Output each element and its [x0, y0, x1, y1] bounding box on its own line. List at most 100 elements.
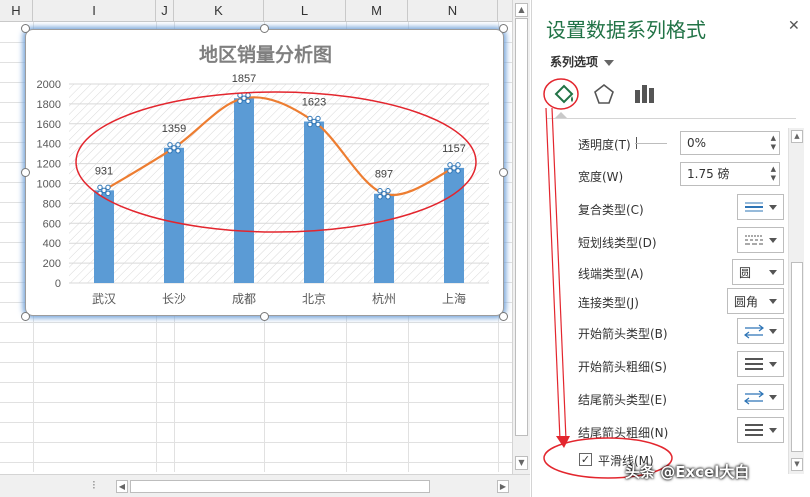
- column-header-n[interactable]: N: [408, 0, 498, 22]
- chevron-down-icon: [769, 362, 777, 367]
- y-tick-label: 1800: [37, 99, 61, 111]
- column-header-m[interactable]: M: [346, 0, 408, 22]
- chevron-down-icon: [769, 395, 777, 400]
- scroll-left-icon[interactable]: ◀: [116, 480, 128, 493]
- point-selection-marker: [315, 115, 321, 122]
- scroll-thumb[interactable]: [515, 18, 528, 436]
- pane-title: 设置数据系列格式: [546, 18, 706, 42]
- fill-line-icon[interactable]: [550, 80, 578, 108]
- bar: [234, 98, 254, 283]
- point-selection-marker: [307, 115, 313, 122]
- scroll-up-icon[interactable]: ▲: [791, 130, 803, 143]
- chart-plot[interactable]: 0 200 400 600 800 1000 1200 1400 1600 1800 2000 931…: [26, 30, 505, 317]
- point-selection-marker: [175, 148, 181, 154]
- end-arrow-type-dropdown[interactable]: [737, 384, 784, 410]
- grid-hline: [0, 402, 512, 403]
- resize-handle-left[interactable]: [21, 168, 30, 177]
- scroll-up-icon[interactable]: ▲: [515, 3, 528, 17]
- point-selection-marker: [101, 187, 107, 194]
- chevron-down-icon: [769, 205, 777, 210]
- horizontal-scroll-thumb[interactable]: [130, 480, 430, 493]
- smooth-line-checkbox[interactable]: ✓: [579, 453, 592, 466]
- sheet-vertical-scrollbar[interactable]: ▲ ▼: [512, 0, 530, 474]
- column-header-l[interactable]: L: [264, 0, 346, 22]
- resize-handle-top-right[interactable]: [499, 24, 508, 33]
- point-selection-marker: [385, 194, 391, 200]
- data-label: 897: [375, 169, 393, 181]
- x-category-label: 北京: [302, 292, 326, 306]
- point-selection-marker: [171, 145, 177, 151]
- point-selection-marker: [307, 121, 313, 128]
- dash-lines-icon: [745, 235, 763, 245]
- transparency-input[interactable]: 0% ▲ ▼: [680, 131, 780, 155]
- transparency-slider[interactable]: [635, 143, 667, 144]
- dash-type-dropdown[interactable]: [737, 227, 784, 253]
- series-options-dropdown[interactable]: 系列选项: [550, 53, 615, 70]
- chart-area[interactable]: 地区销量分析图 0 200 400 600 800 1000 1200 1400 1600 180…: [25, 29, 504, 316]
- column-header-i[interactable]: I: [33, 0, 156, 22]
- grid-hline: [0, 362, 512, 363]
- grid-hline: [0, 382, 512, 383]
- effects-icon[interactable]: [590, 80, 618, 108]
- bar: [94, 190, 114, 283]
- x-category-label: 长沙: [162, 292, 186, 306]
- series-options-icon[interactable]: [630, 80, 658, 108]
- compound-type-dropdown[interactable]: [737, 194, 784, 220]
- close-icon[interactable]: ✕: [788, 18, 800, 34]
- scroll-down-icon[interactable]: ▼: [515, 456, 528, 470]
- resize-handle-bottom-left[interactable]: [21, 312, 30, 321]
- begin-arrow-type-dropdown[interactable]: [737, 318, 784, 344]
- data-label: 1623: [302, 97, 326, 109]
- end-arrow-type-label: 结尾箭头类型(E): [578, 393, 667, 407]
- cap-type-label: 线端类型(A): [578, 267, 644, 281]
- data-label: 931: [95, 165, 113, 177]
- y-tick-label: 2000: [37, 79, 61, 91]
- compound-type-label: 复合类型(C): [578, 203, 644, 217]
- arrow-type-icon: [744, 390, 764, 405]
- point-selection-marker: [311, 118, 317, 125]
- scroll-down-icon[interactable]: ▼: [791, 458, 803, 471]
- resize-handle-right[interactable]: [499, 168, 508, 177]
- resize-handle-top-left[interactable]: [21, 24, 30, 33]
- resize-handle-bottom-right[interactable]: [499, 312, 508, 321]
- begin-arrow-type-label: 开始箭头类型(B): [578, 327, 668, 341]
- column-header-k[interactable]: K: [174, 0, 264, 22]
- resize-handle-bottom[interactable]: [260, 312, 269, 321]
- point-selection-marker: [377, 194, 383, 200]
- resize-handle-top[interactable]: [260, 24, 269, 33]
- spinner-icon[interactable]: ▲ ▼: [771, 134, 776, 152]
- bar: [444, 167, 464, 283]
- point-selection-marker: [385, 188, 391, 194]
- chevron-down-icon: [769, 428, 777, 433]
- point-selection-marker: [377, 188, 383, 194]
- chevron-down-icon: [769, 270, 777, 275]
- data-label: 1857: [232, 73, 256, 85]
- arrow-size-icon: [745, 358, 763, 370]
- grid-hline: [0, 342, 512, 343]
- column-headers: H I J K L M N: [0, 0, 512, 22]
- width-input[interactable]: 1.75 磅 ▲ ▼: [680, 162, 780, 186]
- cap-type-value: 圆: [739, 266, 752, 280]
- data-label: 1359: [162, 123, 186, 135]
- point-selection-marker: [237, 98, 243, 104]
- scroll-right-icon[interactable]: ▶: [497, 480, 509, 493]
- end-arrow-size-dropdown[interactable]: [737, 417, 784, 443]
- split-dots-icon[interactable]: ⁝: [92, 478, 96, 492]
- bar: [304, 121, 324, 283]
- join-type-label: 连接类型(J): [578, 296, 639, 310]
- chevron-down-icon: [769, 329, 777, 334]
- join-type-dropdown[interactable]: 圆角: [727, 288, 784, 314]
- column-header-j[interactable]: J: [156, 0, 174, 22]
- chevron-down-icon: [769, 299, 777, 304]
- y-tick-label: 600: [43, 218, 61, 230]
- cap-type-dropdown[interactable]: 圆: [732, 259, 784, 285]
- column-header-h[interactable]: H: [0, 0, 33, 22]
- pane-scroll-thumb[interactable]: [791, 262, 803, 452]
- pane-vertical-scrollbar[interactable]: ▲ ▼: [788, 128, 804, 474]
- begin-arrow-size-dropdown[interactable]: [737, 351, 784, 377]
- width-label: 宽度(W): [578, 170, 624, 184]
- spinner-icon[interactable]: ▲ ▼: [771, 165, 776, 183]
- point-selection-marker: [381, 191, 387, 197]
- join-type-value: 圆角: [734, 295, 759, 309]
- arrow-type-icon: [744, 324, 764, 339]
